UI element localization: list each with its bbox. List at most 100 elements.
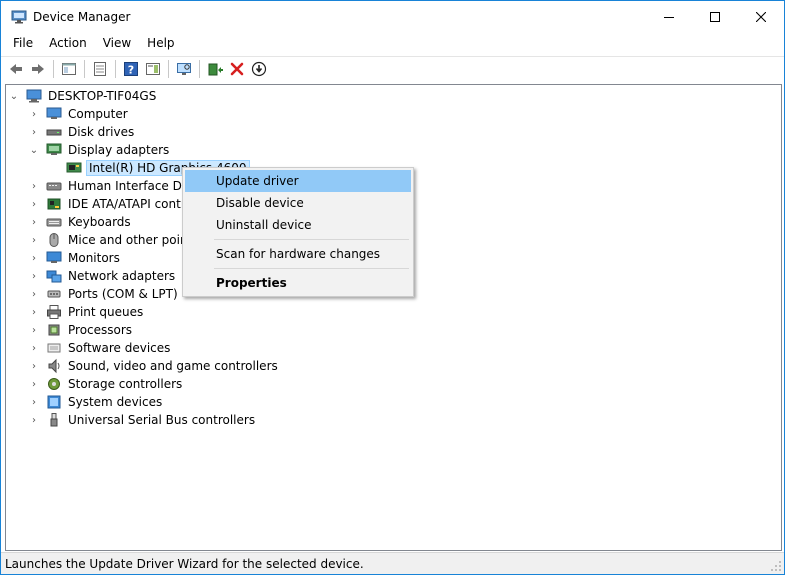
expand-chevron-icon[interactable]: › (28, 411, 40, 429)
tree-item-label: Computer (68, 107, 128, 121)
tree-item-software-devices[interactable]: › Software devices (28, 339, 172, 357)
toolbar: ? (1, 56, 784, 81)
close-button[interactable] (738, 1, 784, 33)
ctx-update-driver[interactable]: Update driver (185, 170, 411, 192)
menu-file[interactable]: File (5, 33, 41, 55)
tree-item-print-queues[interactable]: › Print queues (28, 303, 145, 321)
tree-item-computer[interactable]: › Computer (28, 105, 130, 123)
maximize-button[interactable] (692, 1, 738, 33)
ctx-scan-hardware[interactable]: Scan for hardware changes (185, 243, 411, 265)
toolbar-separator (115, 60, 116, 78)
collapse-chevron-icon[interactable]: ⌄ (8, 87, 20, 105)
expand-chevron-icon[interactable]: › (28, 231, 40, 249)
tree-item-processors[interactable]: › Processors (28, 321, 134, 339)
tree-item-keyboards[interactable]: › Keyboards (28, 213, 133, 231)
properties-icon (94, 62, 106, 76)
forward-button[interactable] (27, 58, 49, 80)
expand-chevron-icon[interactable]: › (28, 285, 40, 303)
monitor-icon (46, 251, 62, 263)
expand-chevron-icon[interactable]: › (28, 393, 40, 411)
tree-item-label: Monitors (68, 251, 120, 265)
computer-icon (46, 107, 62, 119)
update-driver-button[interactable] (204, 58, 226, 80)
ctx-properties[interactable]: Properties (185, 272, 411, 294)
expand-chevron-icon[interactable]: › (28, 249, 40, 267)
graphics-card-icon (66, 162, 82, 173)
tree-item-label: Print queues (68, 305, 144, 319)
desktop-computer-icon (26, 89, 42, 103)
ctx-separator (214, 239, 409, 240)
tree-item-label: Universal Serial Bus controllers (68, 413, 256, 427)
show-hide-tree-button[interactable] (58, 58, 80, 80)
keyboard-icon (46, 218, 62, 227)
toolbar-separator (53, 60, 54, 78)
toolbar-separator (168, 60, 169, 78)
printer-icon (47, 305, 61, 319)
tree-item-network-adapters[interactable]: › Network adapters (28, 267, 177, 285)
action-pane-button[interactable] (142, 58, 164, 80)
tree-item-label: Sound, video and game controllers (68, 359, 278, 373)
menu-help[interactable]: Help (139, 33, 182, 55)
device-manager-app-icon (11, 10, 27, 24)
status-text: Launches the Update Driver Wizard for th… (5, 556, 364, 571)
help-button[interactable]: ? (120, 58, 142, 80)
action-pane-icon (146, 63, 160, 75)
expand-chevron-icon[interactable]: › (28, 357, 40, 375)
close-icon (756, 12, 766, 22)
svg-text:?: ? (128, 64, 134, 77)
menu-view[interactable]: View (95, 33, 139, 55)
ide-controller-icon (47, 198, 61, 210)
tree-item-label: Software devices (68, 341, 171, 355)
expand-chevron-icon[interactable]: › (28, 177, 40, 195)
collapse-chevron-icon[interactable]: ⌄ (28, 141, 40, 159)
tree-item-label: Processors (68, 323, 133, 337)
expand-chevron-icon[interactable]: › (28, 303, 40, 321)
tree-item-monitors[interactable]: › Monitors (28, 249, 122, 267)
expand-chevron-icon[interactable]: › (28, 375, 40, 393)
tree-item-storage-controllers[interactable]: › Storage controllers (28, 375, 184, 393)
minimize-icon (664, 17, 674, 18)
update-driver-icon (208, 63, 223, 76)
uninstall-button[interactable] (226, 58, 248, 80)
ctx-uninstall-device[interactable]: Uninstall device (185, 214, 411, 236)
port-icon (47, 290, 61, 298)
tree-item-label: Network adapters (68, 269, 176, 283)
scan-hardware-button[interactable] (173, 58, 195, 80)
tree-item-sound-video-game[interactable]: › Sound, video and game controllers (28, 357, 280, 375)
minimize-button[interactable] (646, 1, 692, 33)
tree-root-label: DESKTOP-TIF04GS (48, 89, 157, 103)
expand-chevron-icon[interactable]: › (28, 267, 40, 285)
expand-chevron-icon[interactable]: › (28, 123, 40, 141)
monitor-scan-icon (177, 63, 191, 75)
tree-item-system-devices[interactable]: › System devices (28, 393, 164, 411)
menu-action[interactable]: Action (41, 33, 95, 55)
window-title: Device Manager (33, 10, 131, 24)
tree-item-ports[interactable]: › Ports (COM & LPT) (28, 285, 180, 303)
tree-root[interactable]: ⌄ DESKTOP-TIF04GS (8, 87, 158, 105)
back-button[interactable] (5, 58, 27, 80)
expand-chevron-icon[interactable]: › (28, 339, 40, 357)
speaker-icon (48, 358, 60, 374)
ctx-disable-device[interactable]: Disable device (185, 192, 411, 214)
tree-item-label: Storage controllers (68, 377, 183, 391)
toolbar-separator (84, 60, 85, 78)
processor-icon (48, 324, 60, 336)
storage-controller-icon (48, 378, 60, 390)
hid-icon (46, 182, 62, 191)
tree-item-usb-controllers[interactable]: › Universal Serial Bus controllers (28, 411, 257, 429)
tree-item-label: Disk drives (68, 125, 135, 139)
tree-item-disk-drives[interactable]: › Disk drives (28, 123, 136, 141)
disable-device-button[interactable] (248, 58, 270, 80)
tree-item-label: Ports (COM & LPT) (68, 287, 178, 301)
title-bar[interactable]: Device Manager (1, 1, 784, 33)
resize-grip-icon[interactable] (770, 560, 782, 572)
expand-chevron-icon[interactable]: › (28, 321, 40, 339)
device-tree[interactable]: ⌄ DESKTOP-TIF04GS › Computer › Disk driv… (5, 84, 782, 551)
expand-chevron-icon[interactable]: › (28, 195, 40, 213)
properties-button[interactable] (89, 58, 111, 80)
status-bar: Launches the Update Driver Wizard for th… (1, 552, 784, 574)
tree-item-display-adapters[interactable]: ⌄ Display adapters (28, 141, 171, 159)
expand-chevron-icon[interactable]: › (28, 105, 40, 123)
expand-chevron-icon[interactable]: › (28, 213, 40, 231)
